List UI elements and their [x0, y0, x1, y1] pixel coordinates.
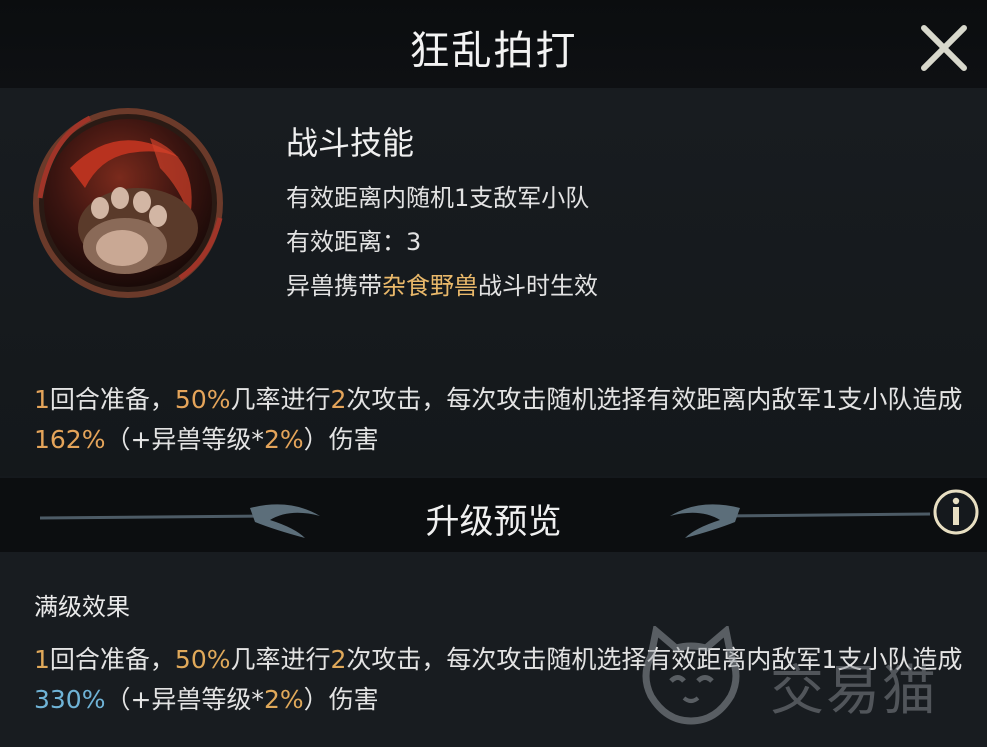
full-num: 50%	[174, 645, 231, 674]
skill-info: 战斗技能 有效距离内随机1支敌军小队 有效距离：3 异兽携带杂食野兽战斗时生效	[286, 118, 598, 308]
desc-num: 50%	[174, 385, 231, 414]
desc-text: （+异兽等级*	[105, 425, 264, 454]
skill-description: 1回合准备，50%几率进行2次攻击，每次攻击随机选择有效距离内敌军1支小队造成 1…	[34, 380, 964, 460]
desc-num: 2	[330, 385, 347, 414]
skill-paw-icon	[33, 108, 223, 298]
skill-condition: 异兽携带杂食野兽战斗时生效	[286, 264, 598, 308]
close-icon[interactable]	[916, 20, 972, 76]
info-icon[interactable]	[932, 488, 980, 536]
skill-title: 狂乱拍打	[409, 28, 578, 74]
full-text: ）伤害	[303, 685, 379, 714]
desc-text: 次攻击，每次攻击随机选择有效距离内敌军1支小队造成	[346, 385, 963, 414]
full-level-title: 满级效果	[34, 593, 130, 621]
watermark: 交易猫	[636, 624, 966, 726]
full-num: 330%	[34, 685, 106, 714]
full-num: 2	[330, 645, 347, 674]
cat-logo-icon	[642, 624, 740, 725]
upgrade-bar: 升级预览	[0, 478, 987, 552]
desc-num: 162%	[34, 425, 106, 454]
right-wing-ornament	[670, 504, 930, 538]
condition-suffix: 战斗时生效	[478, 272, 598, 300]
full-text: （+异兽等级*	[105, 685, 264, 714]
skill-target: 有效距离内随机1支敌军小队	[286, 184, 590, 212]
desc-text: 几率进行	[230, 385, 331, 414]
desc-num: 2%	[263, 425, 304, 454]
desc-num: 1	[34, 385, 50, 414]
full-text: 几率进行	[230, 645, 331, 674]
full-text: 回合准备，	[49, 645, 175, 674]
skill-range: 有效距离：3	[286, 228, 422, 256]
condition-prefix: 异兽携带	[286, 272, 382, 300]
full-num: 1	[34, 645, 50, 674]
condition-highlight: 杂食野兽	[382, 272, 478, 300]
watermark-text: 交易猫	[770, 659, 938, 722]
full-num: 2%	[263, 685, 304, 714]
desc-text: 回合准备，	[49, 385, 175, 414]
desc-text: ）伤害	[303, 425, 379, 454]
skill-type: 战斗技能	[286, 124, 415, 162]
